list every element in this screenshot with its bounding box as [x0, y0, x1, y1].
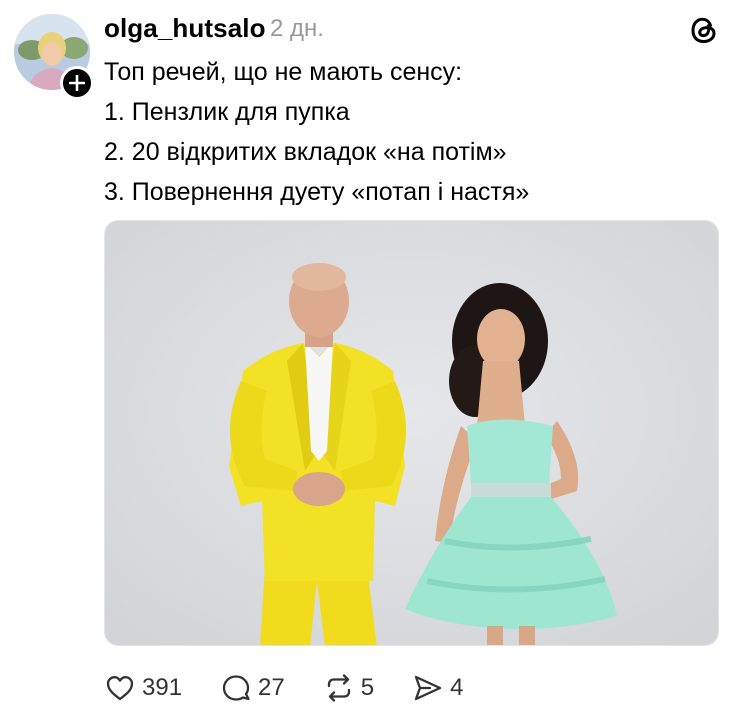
repost-icon: [327, 674, 350, 702]
plus-icon: [69, 75, 85, 91]
send-icon: [414, 675, 442, 701]
post-line: 3. Повернення дуету «потап і настя»: [104, 178, 530, 206]
heart-icon: [106, 676, 134, 701]
share-count: 4: [450, 674, 464, 701]
comment-icon: [222, 675, 250, 701]
action-bar: 391 27 5 4: [104, 670, 501, 706]
share-button[interactable]: 4: [412, 672, 463, 704]
repost-button[interactable]: 5: [323, 672, 374, 704]
post-line: Топ речей, що не мають сенсу:: [104, 58, 463, 86]
post-photo: [105, 221, 718, 645]
post-timestamp: 2 дн.: [270, 15, 324, 42]
threads-logo-icon[interactable]: [686, 12, 722, 48]
post-image[interactable]: [104, 220, 719, 646]
reply-count: 27: [258, 674, 285, 701]
post-body: Топ речей, що не мають сенсу: 1. Пензлик…: [104, 52, 704, 212]
like-button[interactable]: 391: [104, 672, 182, 704]
post-line: 2. 20 відкритих вкладок «на потім»: [104, 138, 507, 166]
post-line: 1. Пензлик для пупка: [104, 98, 350, 126]
like-count: 391: [142, 674, 183, 701]
author-username[interactable]: olga_hutsalo: [104, 12, 266, 44]
follow-button[interactable]: [60, 66, 94, 100]
repost-count: 5: [360, 674, 375, 701]
reply-button[interactable]: 27: [220, 672, 285, 704]
